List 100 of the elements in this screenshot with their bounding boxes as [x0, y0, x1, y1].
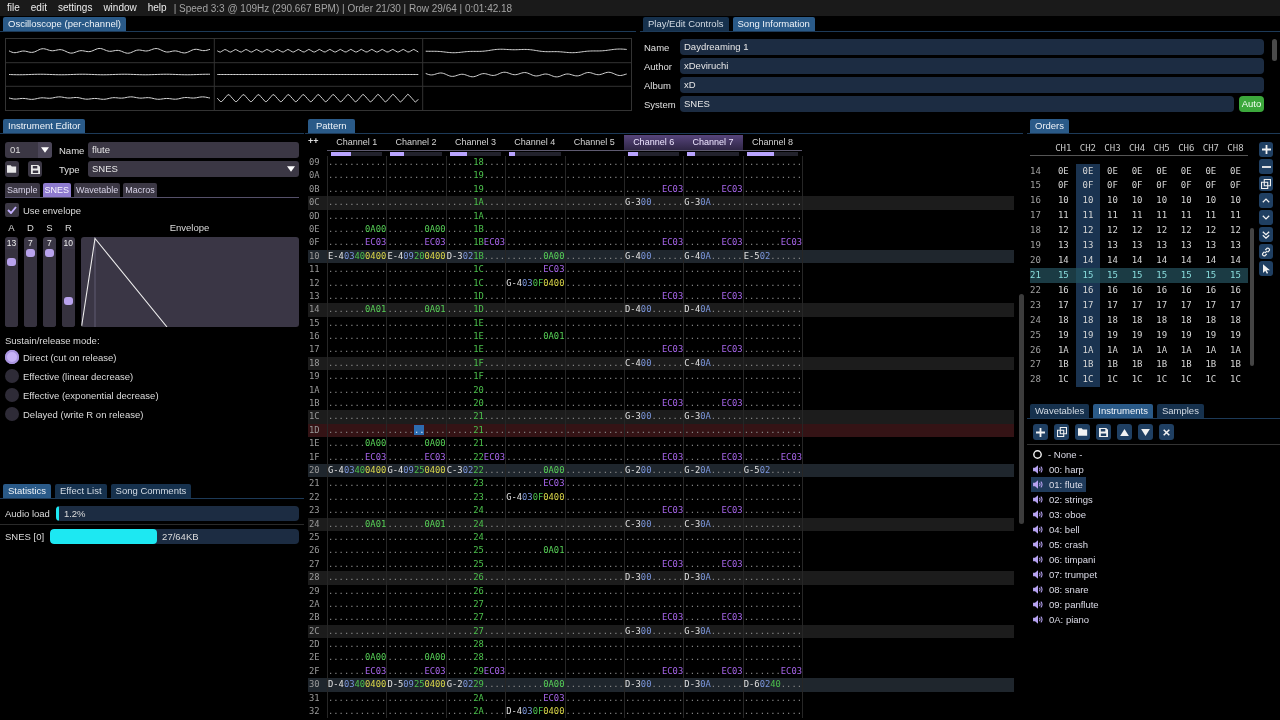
link-button[interactable] [1259, 244, 1273, 259]
panel-tab[interactable]: Pattern [308, 119, 355, 133]
order-cell[interactable]: 0F [1149, 178, 1174, 194]
pattern-cell[interactable]: C-30222.... [445, 464, 506, 478]
pattern-cell[interactable]: ........... [742, 196, 803, 210]
pattern-cell[interactable]: ........... [327, 209, 387, 223]
pattern-cell[interactable]: .....19.... [445, 169, 506, 183]
pattern-cell[interactable]: .....28.... [445, 638, 506, 652]
pattern-cell[interactable]: ........... [564, 276, 624, 290]
pattern-cell[interactable]: ........... [623, 490, 684, 505]
text-field[interactable]: Daydreaming 1 [680, 39, 1264, 55]
menu-item[interactable]: edit [30, 1, 47, 15]
pattern-cell[interactable]: ........... [327, 196, 387, 210]
pattern-cell[interactable]: .......0A00 [327, 222, 387, 237]
order-cell[interactable]: 1C [1051, 372, 1076, 388]
pattern-cell[interactable]: ........... [327, 356, 387, 371]
pattern-cell[interactable]: ........... [683, 530, 743, 545]
order-cell[interactable]: 1B [1149, 357, 1174, 373]
pattern-cell[interactable]: ........... [742, 517, 803, 531]
pattern-cell[interactable]: ........... [505, 343, 565, 357]
order-cell[interactable]: 17 [1198, 297, 1224, 313]
pattern-cell[interactable]: ........... [505, 571, 565, 585]
pattern-cell[interactable]: G-30A...... [683, 624, 743, 639]
pattern-cell[interactable]: ........... [683, 705, 743, 719]
pattern-cell[interactable]: ........... [327, 156, 387, 170]
pattern-cell[interactable]: .....22EC03 [445, 450, 506, 464]
order-cell[interactable]: 10 [1198, 193, 1224, 209]
pattern-cell[interactable]: .......EC03 [505, 263, 565, 277]
pattern-cell[interactable]: .....2A.... [445, 691, 506, 705]
pattern-cell[interactable]: ........... [564, 477, 624, 491]
pattern-cell[interactable]: D-40A...... [683, 303, 743, 317]
order-cell[interactable]: 18 [1198, 312, 1224, 328]
pattern-cell[interactable]: .......0A01 [505, 544, 565, 558]
pattern-cell[interactable]: ........... [742, 263, 803, 277]
order-cell[interactable]: 10 [1124, 193, 1150, 209]
pattern-cell[interactable]: .....18.... [445, 156, 506, 170]
order-cell[interactable]: 12 [1075, 223, 1101, 239]
order-cell[interactable]: 11 [1051, 208, 1076, 224]
slider-thumb[interactable] [63, 296, 73, 305]
pattern-cell[interactable]: ........... [623, 705, 684, 719]
pattern-cell[interactable]: ........... [623, 263, 684, 277]
pattern-cell[interactable]: ........... [564, 504, 624, 518]
duplicate-button[interactable] [1054, 424, 1069, 440]
order-cell[interactable]: 15 [1149, 267, 1174, 283]
text-field[interactable]: xD [680, 77, 1264, 93]
pattern-cell[interactable]: ........... [505, 611, 565, 625]
pattern-cell[interactable]: ........... [327, 330, 387, 344]
order-cell[interactable]: 0E [1223, 163, 1248, 179]
pattern-cell[interactable]: ........... [623, 530, 684, 545]
order-row[interactable]: 19 13 13 13 13 13 13 13 13 [1030, 238, 1248, 254]
open-button[interactable] [1075, 424, 1090, 440]
pattern-cell[interactable]: ........... [386, 196, 446, 210]
radio-option[interactable]: Delayed (write R on release) [5, 407, 144, 421]
order-row[interactable]: 17 11 11 11 11 11 11 11 11 [1030, 208, 1248, 224]
pattern-cell[interactable]: ........... [564, 356, 624, 371]
pattern-cell[interactable]: ........... [505, 156, 565, 170]
pattern-cell[interactable]: ........... [742, 530, 803, 545]
order-cell[interactable]: 16 [1124, 282, 1150, 298]
pattern-cell[interactable]: E-409200400 [386, 249, 446, 264]
order-cell[interactable]: 14 [1100, 253, 1125, 268]
pattern-cell[interactable]: ........... [623, 691, 684, 705]
order-cell[interactable]: 1A [1173, 342, 1199, 358]
pattern-cell[interactable]: .....1E.... [445, 343, 506, 357]
panel-tab[interactable]: Instruments [1093, 404, 1153, 418]
order-cell[interactable]: 14 [1198, 253, 1224, 268]
pattern-cell[interactable]: ........... [683, 316, 743, 331]
order-cell[interactable]: 12 [1100, 223, 1125, 239]
order-cell[interactable]: 19 [1173, 327, 1199, 343]
instrument-list-item[interactable]: 01: flute [1031, 477, 1086, 492]
scrollbar-thumb[interactable] [1019, 294, 1024, 524]
order-cell[interactable]: 1B [1124, 357, 1150, 373]
pattern-cell[interactable]: ........... [327, 477, 387, 491]
pattern-cell[interactable]: ........... [564, 196, 624, 210]
pattern-cell[interactable]: D-300...... [623, 571, 684, 585]
order-cell[interactable]: 15 [1223, 267, 1248, 283]
remove-order-button[interactable] [1259, 159, 1273, 174]
pattern-cell[interactable]: D-509250400 [386, 678, 446, 692]
pattern-cell[interactable]: .....24.... [445, 504, 506, 518]
instrument-list-item[interactable]: - None - [1031, 447, 1086, 462]
pattern-cell[interactable]: ........... [683, 156, 743, 170]
panel-tab[interactable]: Orders [1030, 119, 1070, 133]
order-cell[interactable]: 12 [1051, 223, 1076, 239]
order-cell[interactable]: 1A [1100, 342, 1125, 358]
order-row[interactable]: 23 17 17 17 17 17 17 17 17 [1030, 297, 1248, 313]
order-row[interactable]: 21 15 15 15 15 15 15 15 15 [1030, 267, 1248, 283]
order-cell[interactable]: 13 [1173, 238, 1199, 254]
pattern-cell[interactable]: .......EC03 [386, 450, 446, 464]
pattern-cell[interactable]: ........... [327, 624, 387, 639]
pattern-cell[interactable]: .......0A00 [505, 249, 565, 264]
pattern-cell[interactable]: ........... [386, 584, 446, 598]
order-cell[interactable]: 11 [1198, 208, 1224, 224]
pattern-cell[interactable]: ........... [327, 597, 387, 612]
pattern-cell[interactable]: ........... [742, 370, 803, 384]
pattern-cell[interactable]: .......0A01 [386, 303, 446, 317]
pattern-cell[interactable]: .......EC03 [623, 611, 684, 625]
pattern-cell[interactable]: ........... [386, 544, 446, 558]
pattern-cell[interactable]: ........... [742, 638, 803, 652]
pattern-cell[interactable]: ........... [564, 517, 624, 531]
order-cell[interactable]: 1A [1124, 342, 1150, 358]
order-cell[interactable]: 18 [1173, 312, 1199, 328]
